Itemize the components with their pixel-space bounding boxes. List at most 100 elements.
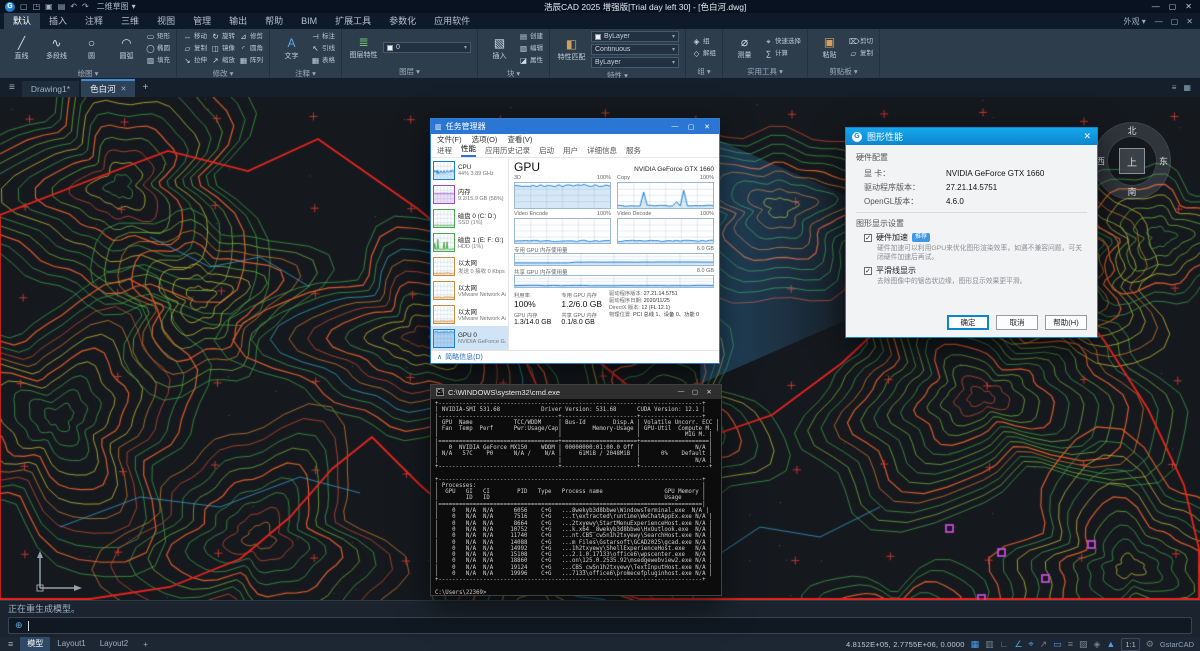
compass-north[interactable]: 北 (1127, 124, 1136, 137)
tool-圆[interactable]: ○圆 (76, 36, 107, 61)
tm-tab-服务[interactable]: 服务 (626, 145, 641, 157)
status-menu-icon[interactable]: ≡ (6, 639, 15, 649)
maximize-button[interactable]: ▢ (683, 123, 699, 131)
osnap-toggle[interactable]: ⌖ (1028, 639, 1035, 650)
maximize-button[interactable]: ▢ (1169, 2, 1177, 11)
tool-圆弧[interactable]: ◠圆弧 (111, 36, 142, 61)
minimize-button[interactable]: — (674, 388, 688, 396)
workspace-switcher[interactable]: 二维草图 ▾ (94, 1, 139, 12)
tool-图层特性[interactable]: ≣图层特性 (348, 35, 379, 60)
doc-minimize-button[interactable]: — (1155, 17, 1163, 26)
help-button[interactable]: 帮助(H) (1045, 315, 1087, 330)
ortho-toggle[interactable]: ∟ (999, 639, 1010, 650)
compass-top-face[interactable]: 上 (1119, 148, 1145, 174)
tool-文字[interactable]: A文字 (276, 36, 307, 61)
tool-组[interactable]: ◈组 (692, 36, 716, 47)
minimize-button[interactable]: — (667, 123, 683, 131)
close-icon[interactable]: ✕ (121, 82, 127, 97)
tool-直线[interactable]: ╱直线 (6, 36, 37, 61)
close-button[interactable]: ✕ (1185, 2, 1192, 11)
group-label-块[interactable]: 块 ▾ (480, 68, 547, 78)
tool-修剪[interactable]: ⊿修剪 (239, 31, 263, 42)
group-label-图层[interactable]: 图层 ▾ (344, 66, 475, 78)
group-label-注释[interactable]: 注释 ▾ (272, 68, 339, 78)
cmd-output-area[interactable]: +---------------------------------------… (431, 399, 721, 595)
doc-restore-button[interactable]: ▢ (1171, 17, 1179, 26)
task-manager-titlebar[interactable]: ▥ 任务管理器 —▢✕ (431, 119, 719, 134)
ribbon-tab-输出[interactable]: 输出 (220, 13, 256, 29)
minimize-button[interactable]: — (1152, 2, 1160, 11)
sidebar-item-eth0[interactable]: 以太网发送 0 接收 0 Kbps (431, 254, 508, 278)
tm-tab-用户[interactable]: 用户 (563, 145, 578, 157)
tool-解组[interactable]: ◇解组 (692, 48, 716, 59)
sidebar-item-disk1[interactable]: 磁盘 1 (E: F: G:)HDD (1%) (431, 230, 508, 254)
tm-tab-启动[interactable]: 启动 (539, 145, 554, 157)
tool-填充[interactable]: ▨填充 (146, 55, 170, 66)
sidebar-item-eth2[interactable]: 以太网VMware Network Ad... (431, 302, 508, 326)
group-label-修改[interactable]: 修改 ▾ (179, 68, 267, 78)
tool-粘贴[interactable]: ▣粘贴 (814, 35, 845, 60)
otrack-toggle[interactable]: ↗ (1039, 639, 1049, 650)
tm-tab-进程[interactable]: 进程 (437, 145, 452, 157)
tool-创建[interactable]: ▤创建 (519, 31, 543, 42)
tool-阵列[interactable]: ▦阵列 (239, 55, 263, 66)
tool-圆角[interactable]: ◜圆角 (239, 43, 263, 54)
compass-east[interactable]: 东 (1159, 155, 1168, 168)
dialog-close-button[interactable]: ✕ (1083, 131, 1091, 142)
tool-特性匹配[interactable]: ◧特性匹配 (556, 37, 587, 62)
undo-icon[interactable]: ↶ (70, 2, 77, 11)
tm-tab-应用历史记录[interactable]: 应用历史记录 (485, 145, 530, 157)
selection-cycling-toggle[interactable]: ◈ (1092, 639, 1101, 650)
tool-镜像[interactable]: ◫镜像 (211, 43, 235, 54)
hamburger-icon[interactable]: ≡ (4, 82, 20, 93)
tool-引线[interactable]: ↖引线 (311, 43, 335, 54)
close-button[interactable]: ✕ (702, 388, 716, 396)
tile-windows-icon[interactable]: ▦ (1183, 83, 1191, 92)
annotation-scale[interactable]: 1:1 (1121, 638, 1139, 651)
compass-south[interactable]: 南 (1127, 185, 1136, 198)
add-layout-button[interactable]: + (140, 640, 151, 649)
group-label-绘图[interactable]: 绘图 ▾ (2, 68, 174, 78)
sidebar-item-memory[interactable]: 内存9.2/15.9 GB (58%) (431, 182, 508, 206)
document-tab-色白河[interactable]: 色白河✕ (81, 79, 135, 97)
layout-tab-Layout1[interactable]: Layout1 (50, 637, 92, 651)
ribbon-tab-扩展工具[interactable]: 扩展工具 (326, 13, 380, 29)
sidebar-item-disk0[interactable]: 磁盘 0 (C: D:)SSD (1%) (431, 206, 508, 230)
sidebar-item-eth1[interactable]: 以太网VMware Network Ad... (431, 278, 508, 302)
ribbon-tab-应用软件[interactable]: 应用软件 (425, 13, 479, 29)
command-input[interactable]: ⊕ (8, 617, 1192, 634)
linetype-combo[interactable]: Continuous▾ (591, 44, 679, 55)
tool-快速选择[interactable]: ⌖快速选择 (764, 36, 801, 47)
lineweight-toggle[interactable]: ≡ (1067, 639, 1074, 650)
tab-list-icon[interactable]: ≡ (1172, 83, 1177, 92)
tool-矩形[interactable]: ▭矩形 (146, 31, 170, 42)
tool-属性[interactable]: ◪属性 (519, 55, 543, 66)
group-label-剪贴板[interactable]: 剪贴板 ▾ (810, 66, 877, 78)
transparency-toggle[interactable]: ▨ (1078, 639, 1089, 650)
tool-缩放[interactable]: ↗缩放 (211, 55, 235, 66)
tool-复制[interactable]: ▱复制 (183, 43, 207, 54)
cmd-titlebar[interactable]: C:\ C:\WINDOWS\system32\cmd.exe —▢✕ (431, 385, 721, 399)
tool-剪切[interactable]: ⌦剪切 (849, 36, 873, 47)
view-compass[interactable]: 北 南 西 东 上 (1094, 123, 1170, 199)
menu-查看(V)[interactable]: 查看(V) (507, 134, 532, 145)
snap-toggle[interactable]: ▥ (984, 639, 995, 650)
maximize-button[interactable]: ▢ (688, 388, 702, 396)
group-label-组[interactable]: 组 ▾ (688, 66, 720, 78)
tool-编辑[interactable]: ▨编辑 (519, 43, 543, 54)
dialog-titlebar[interactable]: G 图形性能 ✕ (846, 128, 1097, 145)
print-icon[interactable]: ▤ (58, 2, 66, 11)
ribbon-tab-视图[interactable]: 视图 (148, 13, 184, 29)
硬件加速-checkbox[interactable]: ✓ (864, 234, 872, 242)
gear-icon[interactable]: ⚙ (1145, 639, 1155, 650)
ribbon-tab-管理[interactable]: 管理 (184, 13, 220, 29)
tool-测量[interactable]: ⌀测量 (729, 35, 760, 60)
平滑线显示-checkbox[interactable]: ✓ (864, 267, 872, 275)
new-drawing-tab-button[interactable]: + (137, 82, 153, 93)
doc-close-button[interactable]: ✕ (1186, 17, 1193, 26)
save-icon[interactable]: ▣ (45, 2, 53, 11)
document-tab-Drawing1*[interactable]: Drawing1* (22, 81, 79, 97)
tool-多段线[interactable]: ∿多段线 (41, 36, 72, 61)
layout-tab-Layout2[interactable]: Layout2 (93, 637, 135, 651)
layer-combo[interactable]: 0▾ (383, 42, 471, 53)
